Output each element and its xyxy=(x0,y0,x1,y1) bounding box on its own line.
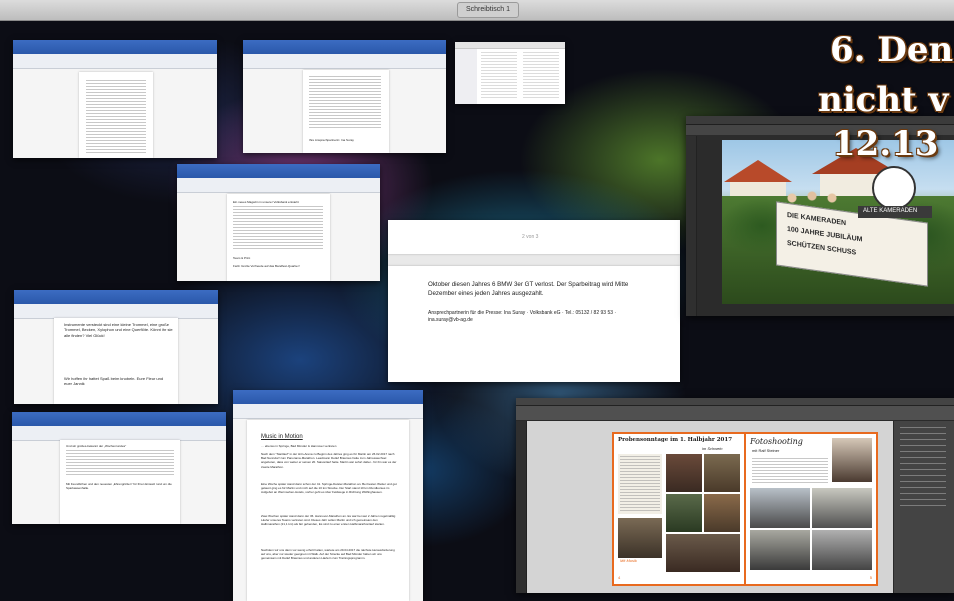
word-toolbar xyxy=(177,178,380,193)
photo-canvas: DIE KAMERADEN 100 JAHRE JUBILÄUM SCHÜTZE… xyxy=(722,140,954,304)
indesign-control-panel xyxy=(516,406,954,421)
right-text-lines xyxy=(752,458,828,484)
finder-window[interactable] xyxy=(455,42,565,104)
panel-list xyxy=(900,427,946,507)
word-toolbar xyxy=(13,54,217,69)
finder-file-list-2 xyxy=(523,52,559,98)
document-signature: Team & Print xyxy=(233,256,251,260)
word-window-bottom-left[interactable]: Und wir großes-bekannt der „Wochenrundes… xyxy=(12,412,226,524)
emblem-circle xyxy=(872,166,916,210)
word-ribbon xyxy=(243,40,446,54)
word-window-middle[interactable]: Ein neues Magazin in unserer Volksbank e… xyxy=(177,164,380,281)
document-page: Ihre Ansprechpartnerin: Ina Suray xyxy=(303,70,389,153)
word-window-top-middle[interactable]: Ihre Ansprechpartnerin: Ina Suray xyxy=(243,40,446,153)
word-toolbar xyxy=(243,54,446,69)
right-photo-1 xyxy=(750,488,810,528)
word-toolbar xyxy=(233,404,423,419)
banner-line-3: SCHÜTZEN SCHUSS xyxy=(787,239,857,257)
document-footer-line: Ihre Ansprechpartnerin: Ina Suray xyxy=(309,138,354,142)
document-page: Instrumente versteckt sind eine kleine T… xyxy=(54,318,178,404)
overlay-title-line-3: 12.13 xyxy=(832,124,939,164)
finder-toolbar xyxy=(455,42,565,49)
word-ribbon xyxy=(233,390,423,404)
word-toolbar xyxy=(14,304,218,319)
page-indicator: 2 von 3 xyxy=(522,234,539,240)
spread-left-page: Probensonntage im 1. Halbjahr 2017 im Sc… xyxy=(612,432,746,586)
document-paragraph-3: Zwei Wochen später stand dann der 36. Ha… xyxy=(261,514,396,527)
document-line: Ein neues Magazin in unserer Volksbank e… xyxy=(233,200,299,204)
right-page-subtitle: mit Ralf Steiner xyxy=(752,448,780,453)
spread-right-page: Fotoshooting mit Ralf Steiner 5 xyxy=(744,432,878,586)
document-paragraph-1: Nach dem "Startlauf" in der Hirn-Arena z… xyxy=(261,452,397,469)
document-text-lines xyxy=(86,80,146,154)
right-photo-2 xyxy=(812,488,872,528)
photo-collage xyxy=(666,454,740,572)
document-page: Music in Motion … ebenso in Springe, Bad… xyxy=(247,420,409,601)
word-ribbon xyxy=(13,40,217,54)
document-title: Music in Motion xyxy=(261,434,303,440)
photoshop-toolbar xyxy=(686,136,697,316)
document-paragraph-2: Wir hoffen ihr hattet Spaß beim knobeln.… xyxy=(64,376,164,387)
left-text-lines xyxy=(620,456,660,512)
indesign-menubar xyxy=(516,398,954,406)
left-page-number: 4 xyxy=(618,575,621,580)
document-closing: Mit freundlichen und den neuesten „Ehren… xyxy=(66,482,172,490)
document-page: Und wir großes-bekannt der „Wochenrundes… xyxy=(60,440,180,524)
word-ribbon xyxy=(177,164,380,178)
finder-file-list xyxy=(481,52,517,98)
document-subtitle: … ebenso in Springe, Bad Münder & Hannov… xyxy=(261,444,337,448)
spaces-bar: Schreibtisch 1 xyxy=(0,0,954,21)
overlay-title-line-1: 6. Den xyxy=(830,30,954,70)
document-paragraph-4: Nachdem wir uns dann vor wenig erholt ha… xyxy=(261,548,395,561)
document-page xyxy=(79,72,153,158)
emblem-sign: ALTE KAMERADEN xyxy=(858,206,932,218)
word-ribbon xyxy=(14,290,218,304)
document-paragraph-1: Instrumente versteckt sind eine kleine T… xyxy=(64,322,173,338)
left-page-note: Mit Musik xyxy=(620,558,637,563)
indesign-window[interactable]: Probensonntage im 1. Halbjahr 2017 im Sc… xyxy=(516,398,954,593)
left-photo-small xyxy=(618,518,662,558)
word-toolbar xyxy=(12,426,226,441)
word-window-large[interactable]: 2 von 3 Oktober diesen Jahres 6 BMW 3er … xyxy=(388,220,680,382)
right-photo-4 xyxy=(812,530,872,570)
emblem-sign-text: ALTE KAMERADEN xyxy=(863,208,918,214)
right-page-title: Fotoshooting xyxy=(750,437,803,446)
document-text-lines xyxy=(233,206,323,250)
people-group xyxy=(782,190,842,214)
document-paragraph-2: Eine Woche später stand dann schon der 4… xyxy=(261,482,397,495)
right-photo-3 xyxy=(750,530,810,570)
finder-sidebar xyxy=(455,49,477,104)
document-page: Ein neues Magazin in unserer Volksbank e… xyxy=(227,194,330,281)
document-text-lines xyxy=(309,76,381,130)
right-page-number: 5 xyxy=(869,575,872,580)
document-paragraph-1: Oktober diesen Jahres 6 BMW 3er GT verlo… xyxy=(428,281,629,297)
mission-control-desktop: Schreibtisch 1 Ihre Ansprechpartnerin: I… xyxy=(0,0,954,601)
document-heading: Und wir großes-bekannt der „Wochenrundes… xyxy=(66,444,127,448)
document-page-current: Oktober diesen Jahres 6 BMW 3er GT verlo… xyxy=(388,266,680,382)
document-paragraph-2: Ansprechpartnerin für die Presse: Ina Su… xyxy=(428,310,617,323)
left-page-title: Probensonntage im 1. Halbjahr 2017 xyxy=(618,437,733,443)
indesign-toolbar xyxy=(516,421,527,593)
word-window-top-left[interactable] xyxy=(13,40,217,158)
indesign-panels xyxy=(893,421,954,593)
banner-line-1: DIE KAMERADEN xyxy=(787,211,847,228)
word-window-left-middle[interactable]: Instrumente versteckt sind eine kleine T… xyxy=(14,290,218,404)
desktop-space-thumbnail[interactable]: Schreibtisch 1 xyxy=(457,2,519,18)
word-ribbon xyxy=(12,412,226,426)
overlay-title-line-2: nicht v xyxy=(818,80,949,120)
document-closing: Fazit: Große Vorfreude auf das Bandfest-… xyxy=(233,264,300,268)
right-portrait xyxy=(832,438,872,482)
word-window-music-in-motion[interactable]: Music in Motion … ebenso in Springe, Bad… xyxy=(233,390,423,601)
house-roof-left xyxy=(724,160,792,182)
left-page-subtitle: im Schwein xyxy=(702,446,723,451)
document-text-lines xyxy=(66,450,174,476)
